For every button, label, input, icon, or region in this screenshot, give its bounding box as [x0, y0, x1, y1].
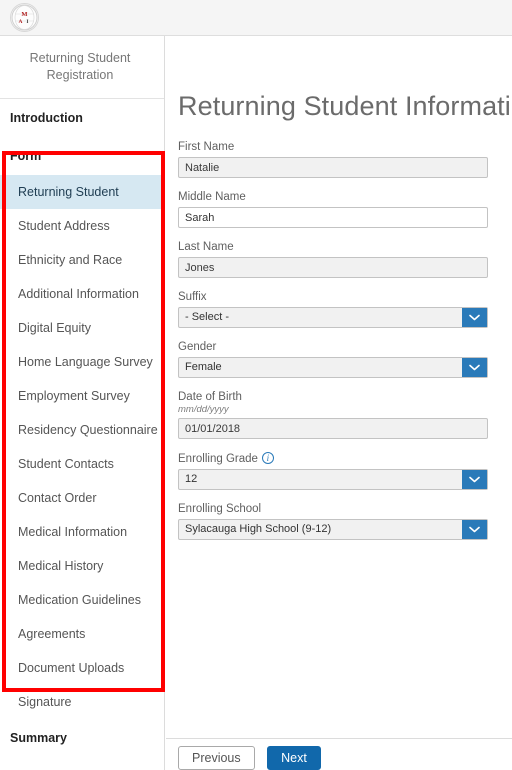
field-last-name: Last Name: [178, 241, 508, 278]
first-name-label: First Name: [178, 141, 235, 153]
field-middle-name: Middle Name: [178, 191, 508, 228]
suffix-select[interactable]: - Select -: [178, 307, 488, 328]
gender-label: Gender: [178, 341, 217, 353]
enrolling-school-select-value: Sylacauga High School (9-12): [178, 519, 488, 540]
field-enrolling-grade: Enrolling Grade i 12: [178, 452, 508, 490]
footer-divider: [166, 738, 512, 739]
sidebar-section-summary[interactable]: Summary: [0, 719, 164, 757]
first-name-input[interactable]: [178, 157, 488, 178]
sidebar-section-form[interactable]: Form: [0, 137, 164, 175]
chevron-down-icon[interactable]: [462, 308, 487, 327]
sidebar-item-student-contacts[interactable]: Student Contacts: [0, 447, 164, 481]
sidebar-item-digital-equity[interactable]: Digital Equity: [0, 311, 164, 345]
sidebar-section-introduction[interactable]: Introduction: [0, 99, 164, 137]
enrolling-school-select[interactable]: Sylacauga High School (9-12): [178, 519, 488, 540]
field-first-name: First Name: [178, 141, 508, 178]
page-title: Returning Student Informatio: [178, 91, 512, 121]
enrolling-school-label: Enrolling School: [178, 503, 262, 515]
field-gender: Gender Female: [178, 341, 508, 378]
chevron-down-icon[interactable]: [462, 358, 487, 377]
sidebar-title: Returning Student Registration: [0, 36, 164, 99]
last-name-input[interactable]: [178, 257, 488, 278]
app-root: M A I Returning Student Registration Int…: [0, 0, 512, 770]
svg-text:A: A: [19, 19, 23, 25]
enrolling-grade-select[interactable]: 12: [178, 469, 488, 490]
form-footer: Previous Next: [178, 746, 321, 770]
top-header-bar: M A I: [0, 0, 512, 36]
sidebar: Returning Student Registration Introduct…: [0, 36, 165, 770]
svg-text:M: M: [21, 11, 27, 18]
date-of-birth-label: Date of Birth: [178, 391, 242, 403]
sidebar-item-signature[interactable]: Signature: [0, 685, 164, 719]
sidebar-item-medical-history[interactable]: Medical History: [0, 549, 164, 583]
date-of-birth-input[interactable]: [178, 418, 488, 439]
sidebar-item-medical-information[interactable]: Medical Information: [0, 515, 164, 549]
gender-select[interactable]: Female: [178, 357, 488, 378]
sidebar-item-ethnicity-and-race[interactable]: Ethnicity and Race: [0, 243, 164, 277]
gender-select-value: Female: [178, 357, 488, 378]
sidebar-item-returning-student[interactable]: Returning Student: [0, 175, 164, 209]
middle-name-input[interactable]: [178, 207, 488, 228]
main-content: Returning Student Informatio First Name …: [166, 36, 512, 770]
school-crest-logo[interactable]: M A I: [10, 3, 39, 32]
last-name-label: Last Name: [178, 241, 234, 253]
sidebar-nav-list: Returning Student Student Address Ethnic…: [0, 175, 164, 719]
registration-form: First Name Middle Name Last Name Suffix …: [178, 141, 508, 553]
enrolling-grade-label-row: Enrolling Grade i: [178, 452, 508, 465]
suffix-label: Suffix: [178, 291, 207, 303]
field-date-of-birth: Date of Birth mm/dd/yyyy: [178, 391, 508, 439]
chevron-down-icon[interactable]: [462, 520, 487, 539]
next-button[interactable]: Next: [267, 746, 321, 770]
chevron-down-icon[interactable]: [462, 470, 487, 489]
date-of-birth-format-hint: mm/dd/yyyy: [178, 404, 229, 415]
field-suffix: Suffix - Select -: [178, 291, 508, 328]
middle-name-label: Middle Name: [178, 191, 246, 203]
sidebar-item-residency-questionnaire[interactable]: Residency Questionnaire: [0, 413, 164, 447]
svg-text:I: I: [26, 19, 28, 25]
sidebar-item-document-uploads[interactable]: Document Uploads: [0, 651, 164, 685]
sidebar-item-student-address[interactable]: Student Address: [0, 209, 164, 243]
previous-button[interactable]: Previous: [178, 746, 255, 770]
sidebar-item-agreements[interactable]: Agreements: [0, 617, 164, 651]
enrolling-grade-label: Enrolling Grade: [178, 453, 258, 465]
sidebar-item-additional-information[interactable]: Additional Information: [0, 277, 164, 311]
sidebar-item-medication-guidelines[interactable]: Medication Guidelines: [0, 583, 164, 617]
field-enrolling-school: Enrolling School Sylacauga High School (…: [178, 503, 508, 540]
sidebar-item-employment-survey[interactable]: Employment Survey: [0, 379, 164, 413]
sidebar-item-home-language-survey[interactable]: Home Language Survey: [0, 345, 164, 379]
sidebar-item-contact-order[interactable]: Contact Order: [0, 481, 164, 515]
info-circle-icon[interactable]: i: [261, 452, 274, 464]
suffix-select-value: - Select -: [178, 307, 488, 328]
enrolling-grade-select-value: 12: [178, 469, 488, 490]
